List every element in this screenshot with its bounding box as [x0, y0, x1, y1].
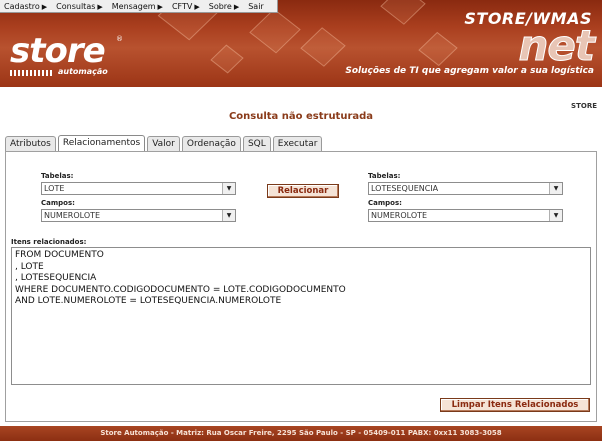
tab-ordenacao[interactable]: Ordenação — [181, 136, 241, 151]
submenu-arrow-icon: ▶ — [157, 2, 163, 11]
menu-item-cadastro[interactable]: Cadastro ▶ — [4, 2, 47, 11]
decorative-cube — [249, 8, 301, 54]
relacionar-button[interactable]: Relacionar — [267, 184, 339, 198]
itens-relacionados-textarea[interactable]: FROM DOCUMENTO , LOTE , LOTESEQUENCIA WH… — [11, 247, 591, 385]
right-tabelas-label: Tabelas: — [368, 172, 401, 180]
page-title: Consulta não estruturada — [228, 111, 374, 122]
tab-atributos[interactable]: Atributos — [5, 136, 56, 151]
logo-registered-mark: ® — [116, 35, 123, 43]
chevron-down-icon[interactable]: ▼ — [549, 210, 562, 221]
chevron-down-icon[interactable]: ▼ — [549, 183, 562, 194]
menu-item-cftv[interactable]: CFTV ▶ — [172, 2, 200, 11]
tab-sql[interactable]: SQL — [242, 136, 271, 151]
right-tabelas-value: LOTESEQUENCIA — [371, 184, 439, 193]
tagline: Soluções de TI que agregam valor a sua l… — [345, 66, 594, 76]
left-tabelas-label: Tabelas: — [41, 172, 74, 180]
tab-bar: Atributos Relacionamentos Valor Ordenaçã… — [5, 135, 324, 151]
submenu-arrow-icon: ▶ — [41, 2, 48, 11]
footer: Store Automação - Matriz: Rua Oscar Frei… — [0, 426, 602, 441]
menu-item-sobre[interactable]: Sobre ▶ — [209, 2, 239, 11]
limpar-itens-button[interactable]: Limpar Itens Relacionados — [440, 398, 590, 412]
submenu-arrow-icon: ▶ — [194, 2, 200, 11]
app-header: Cadastro ▶ Consultas ▶ Mensagem ▶ CFTV ▶ Sob… — [0, 0, 602, 87]
left-campos-value: NUMEROLOTE — [44, 211, 101, 220]
left-tabelas-value: LOTE — [44, 184, 65, 193]
decorative-cube — [210, 44, 244, 74]
left-campos-label: Campos: — [41, 199, 75, 207]
submenu-arrow-icon: ▶ — [97, 2, 103, 11]
main-menu: Cadastro ▶ Consultas ▶ Mensagem ▶ CFTV ▶ Sob… — [0, 0, 278, 13]
decorative-cube — [380, 0, 426, 25]
left-tabelas-select[interactable]: LOTE ▼ — [41, 182, 236, 195]
tab-executar[interactable]: Executar — [272, 136, 323, 151]
right-campos-value: NUMEROLOTE — [371, 211, 428, 220]
submenu-arrow-icon: ▶ — [233, 2, 240, 11]
store-label: STORE — [571, 102, 597, 110]
decorative-cube — [418, 31, 458, 67]
product-suffix: net — [518, 21, 595, 71]
right-tabelas-select[interactable]: LOTESEQUENCIA ▼ — [368, 182, 563, 195]
decorative-cube — [300, 27, 346, 67]
chevron-down-icon[interactable]: ▼ — [222, 210, 235, 221]
right-campos-select[interactable]: NUMEROLOTE ▼ — [368, 209, 563, 222]
tab-valor[interactable]: Valor — [147, 136, 180, 151]
right-campos-label: Campos: — [368, 199, 402, 207]
menu-item-consultas[interactable]: Consultas ▶ — [56, 2, 103, 11]
logo-subtext: automação — [58, 67, 108, 76]
chevron-down-icon[interactable]: ▼ — [222, 183, 235, 194]
itens-relacionados-label: Itens relacionados: — [11, 238, 87, 246]
logo-stripes-icon — [10, 70, 52, 76]
logo-wordmark: store — [10, 31, 106, 71]
left-campos-select[interactable]: NUMEROLOTE ▼ — [41, 209, 236, 222]
store-logo: store ® automação — [10, 31, 123, 83]
tab-relacionamentos[interactable]: Relacionamentos — [57, 135, 146, 151]
menu-item-sair[interactable]: Sair — [248, 2, 264, 11]
menu-item-mensagem[interactable]: Mensagem ▶ — [112, 2, 163, 11]
